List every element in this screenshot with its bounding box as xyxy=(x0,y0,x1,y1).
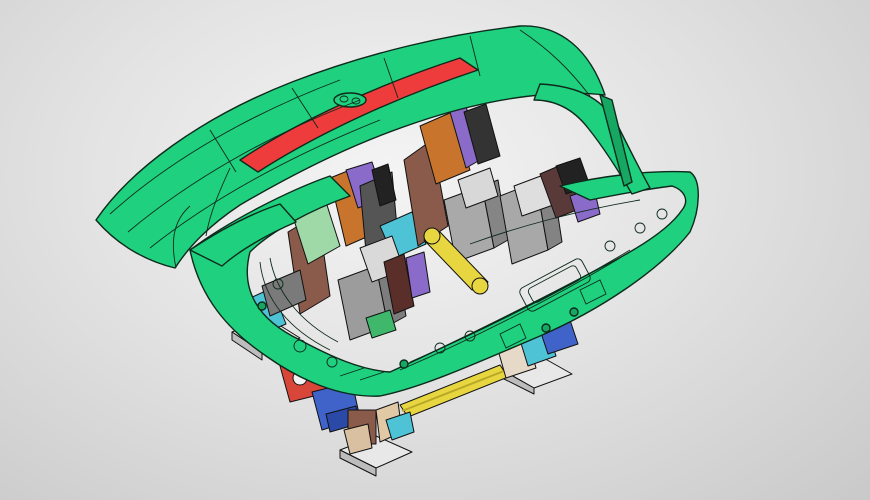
cad-viewport[interactable] xyxy=(0,0,870,500)
clamp-unit-center[interactable] xyxy=(337,235,431,341)
fixture-model[interactable] xyxy=(0,0,870,500)
clamp-unit-center-right[interactable] xyxy=(403,103,509,263)
roof-emblem xyxy=(333,92,367,108)
